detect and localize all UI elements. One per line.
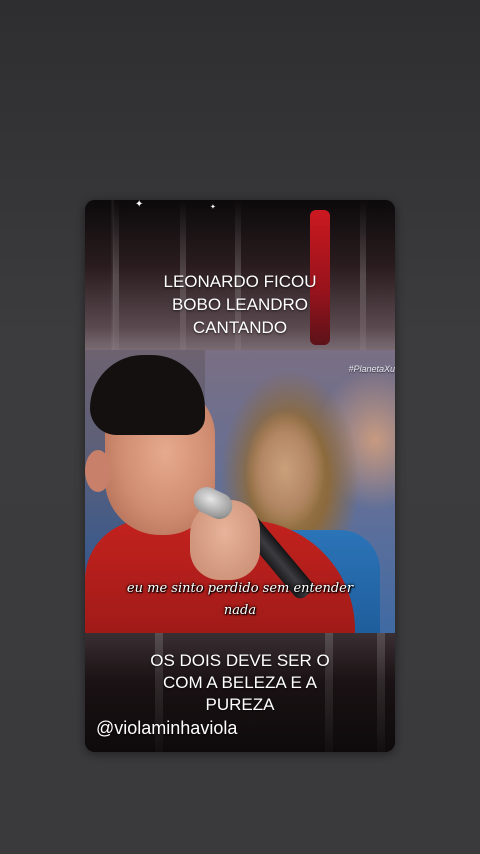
story-title: LEONARDO FICOU BOBO LEANDRO CANTANDO bbox=[85, 270, 395, 339]
video-frame[interactable]: #PlanetaXu eu me sinto perdido sem enten… bbox=[85, 350, 395, 633]
account-handle[interactable]: @violaminhaviola bbox=[96, 717, 237, 739]
caption-line: PUREZA bbox=[205, 695, 275, 714]
caption-line: OS DOIS DEVE SER O bbox=[150, 651, 330, 670]
lyric-line: eu me sinto perdido sem entender bbox=[126, 581, 354, 596]
sparkle-icon: ✦ bbox=[210, 204, 216, 211]
singer-ear bbox=[85, 450, 111, 492]
story-card[interactable]: ✦ ✦ LEONARDO FICOU BOBO LEANDRO CANTANDO… bbox=[85, 200, 395, 752]
caption-line: COM A BELEZA E A bbox=[162, 673, 317, 692]
story-screen: ✦ ✦ LEONARDO FICOU BOBO LEANDRO CANTANDO… bbox=[0, 0, 480, 854]
story-caption: OS DOIS DEVE SER O COM A BELEZA E A PURE… bbox=[85, 650, 395, 716]
sparkle-icon: ✦ bbox=[135, 200, 144, 210]
story-title-line: CANTANDO bbox=[192, 318, 288, 337]
lyric-subtitle: eu me sinto perdido sem entender nada bbox=[85, 578, 395, 622]
channel-watermark: #PlanetaXu bbox=[348, 364, 395, 374]
story-title-line: LEONARDO FICOU bbox=[163, 272, 317, 291]
lyric-line: nada bbox=[223, 603, 257, 618]
singer-hair bbox=[90, 355, 205, 435]
story-title-line: BOBO LEANDRO bbox=[171, 295, 309, 314]
